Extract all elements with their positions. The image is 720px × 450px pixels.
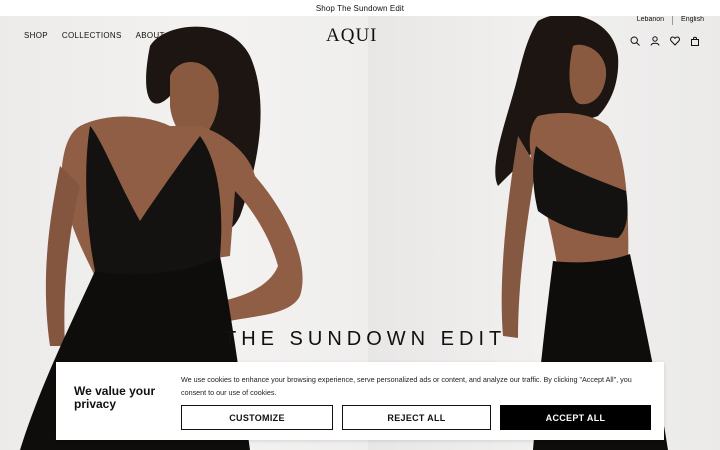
accept-all-button[interactable]: ACCEPT ALL	[500, 405, 651, 430]
cookie-banner: We value your privacy We use cookies to …	[56, 362, 664, 440]
account-icon[interactable]	[650, 36, 660, 46]
customize-button[interactable]: CUSTOMIZE	[181, 405, 333, 430]
wishlist-icon[interactable]	[670, 36, 680, 46]
announcement-text[interactable]: Shop The Sundown Edit	[316, 4, 404, 13]
locale-divider	[672, 16, 674, 25]
reject-all-button[interactable]: REJECT ALL	[342, 405, 491, 430]
nav-item-shop[interactable]: SHOP	[24, 31, 48, 40]
hero-title: THE SUNDOWN EDIT	[224, 328, 507, 350]
brand-logo[interactable]: AQUI	[326, 25, 378, 47]
announcement-bar[interactable]: Shop The Sundown Edit	[0, 0, 720, 16]
search-icon[interactable]	[630, 36, 640, 46]
header-icons	[630, 36, 700, 46]
locale-selector: Lebanon English	[637, 16, 704, 25]
cookie-title: We value your privacy	[74, 384, 156, 411]
site-header: SHOP COLLECTIONS ABOUT AQUI Lebanon Engl…	[0, 16, 720, 52]
cookie-text: We use cookies to enhance your browsing …	[181, 375, 632, 397]
nav-item-collections[interactable]: COLLECTIONS	[62, 31, 122, 40]
country-selector[interactable]: Lebanon	[637, 16, 664, 25]
language-selector[interactable]: English	[681, 16, 704, 25]
main-nav: SHOP COLLECTIONS ABOUT	[24, 31, 165, 40]
nav-item-about[interactable]: ABOUT	[136, 31, 165, 40]
cart-icon[interactable]	[690, 36, 700, 46]
